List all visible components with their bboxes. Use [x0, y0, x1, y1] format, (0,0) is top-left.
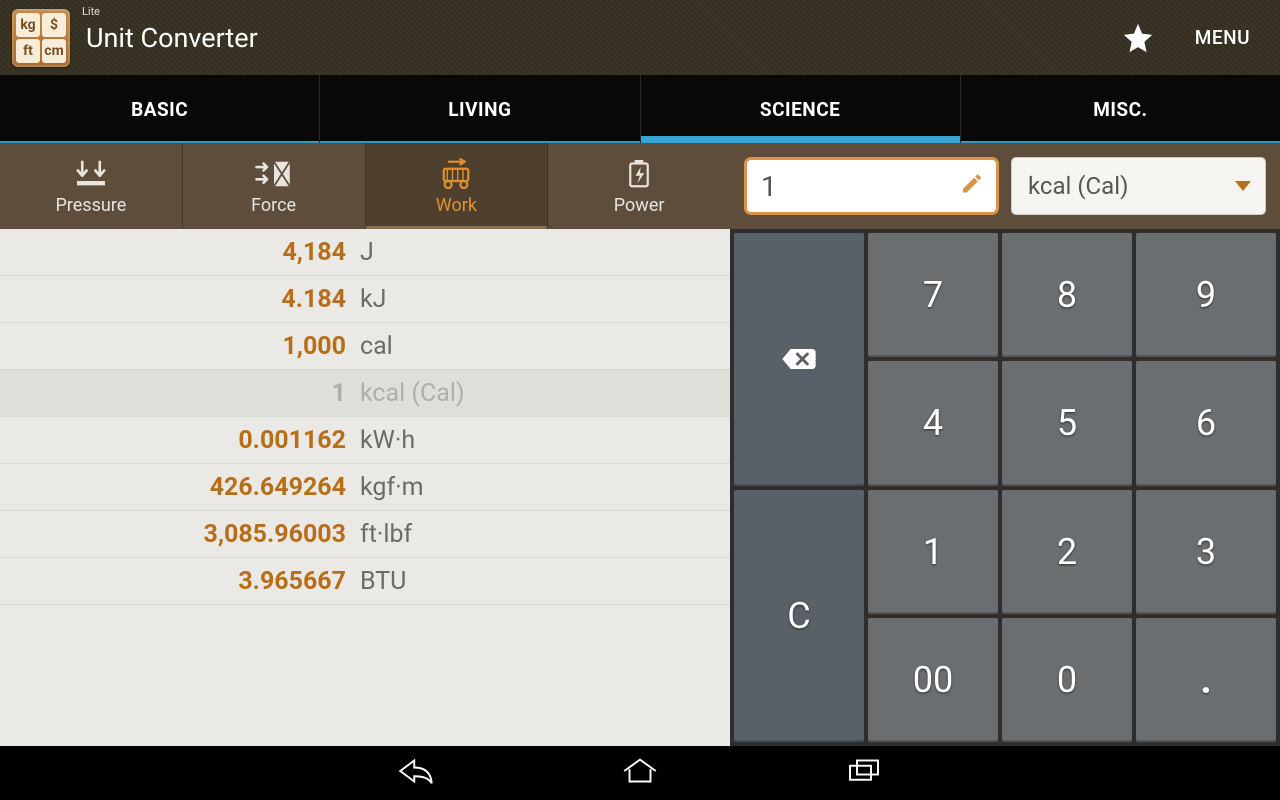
input-bar: 1 kcal (Cal): [730, 143, 1280, 229]
lite-badge: Lite: [82, 5, 100, 18]
result-value: 1,000: [0, 332, 360, 361]
nav-recent-button[interactable]: [837, 750, 891, 796]
result-unit: cal: [360, 332, 393, 361]
category-strip: Pressure Force Work Power: [0, 143, 730, 229]
pencil-icon: [960, 170, 984, 203]
result-unit: J: [360, 238, 374, 267]
key-dot[interactable]: .: [1136, 618, 1276, 742]
result-unit: kcal (Cal): [360, 379, 465, 408]
result-row[interactable]: 4.184kJ: [0, 276, 730, 323]
key-00[interactable]: 00: [868, 618, 998, 742]
result-unit: kJ: [360, 285, 386, 314]
keypad: 7 8 9 4 5 6 1 2 3 C 00 0 .: [730, 229, 1280, 746]
tab-bar: BASIC LIVING SCIENCE MISC.: [0, 75, 1280, 143]
result-unit: ft·lbf: [360, 520, 412, 549]
key-clear[interactable]: C: [734, 490, 864, 743]
category-label: Pressure: [55, 195, 126, 216]
value-input[interactable]: 1: [744, 157, 999, 215]
app-icon-tile: kg: [16, 13, 40, 37]
backspace-icon: [779, 344, 819, 374]
key-5[interactable]: 5: [1002, 361, 1132, 485]
pressure-icon: [70, 157, 112, 191]
key-1[interactable]: 1: [868, 490, 998, 614]
value-input-text: 1: [761, 170, 777, 203]
recent-apps-icon: [843, 756, 885, 786]
app-icon: Lite kg $ ft cm: [12, 9, 70, 67]
result-unit: kW·h: [360, 426, 415, 455]
tab-label: LIVING: [448, 98, 511, 121]
result-row[interactable]: 3.965667BTU: [0, 558, 730, 605]
star-icon: [1121, 21, 1155, 55]
unit-select-value: kcal (Cal): [1028, 172, 1128, 200]
tab-label: MISC.: [1093, 98, 1147, 121]
key-3[interactable]: 3: [1136, 490, 1276, 614]
category-work[interactable]: Work: [366, 143, 549, 229]
result-value: 0.001162: [0, 426, 360, 455]
category-label: Force: [251, 195, 296, 216]
result-row[interactable]: 4,184J: [0, 229, 730, 276]
result-row[interactable]: 426.649264kgf·m: [0, 464, 730, 511]
key-4[interactable]: 4: [868, 361, 998, 485]
back-icon: [395, 756, 437, 786]
work-icon: [435, 157, 477, 191]
key-9[interactable]: 9: [1136, 233, 1276, 357]
app-icon-tile: ft: [16, 39, 40, 63]
key-2[interactable]: 2: [1002, 490, 1132, 614]
category-power[interactable]: Power: [548, 143, 730, 229]
key-0[interactable]: 0: [1002, 618, 1132, 742]
force-icon: [253, 157, 295, 191]
system-nav-bar: [0, 746, 1280, 800]
app-icon-tile: $: [42, 13, 66, 37]
app-header: Lite kg $ ft cm Unit Converter MENU: [0, 0, 1280, 75]
result-value: 3.965667: [0, 567, 360, 596]
power-icon: [618, 157, 660, 191]
result-unit: BTU: [360, 567, 406, 596]
result-row-selected[interactable]: 1kcal (Cal): [0, 370, 730, 417]
menu-button[interactable]: MENU: [1175, 0, 1270, 75]
tab-living[interactable]: LIVING: [320, 75, 640, 143]
tab-basic[interactable]: BASIC: [0, 75, 320, 143]
result-unit: kgf·m: [360, 473, 424, 502]
result-value: 1: [0, 379, 360, 408]
result-row[interactable]: 3,085.96003ft·lbf: [0, 511, 730, 558]
result-value: 426.649264: [0, 473, 360, 502]
category-label: Power: [614, 195, 665, 216]
result-value: 4.184: [0, 285, 360, 314]
result-row[interactable]: 0.001162kW·h: [0, 417, 730, 464]
home-icon: [619, 756, 661, 786]
chevron-down-icon: [1235, 181, 1251, 191]
nav-back-button[interactable]: [389, 750, 443, 796]
result-value: 3,085.96003: [0, 520, 360, 549]
key-8[interactable]: 8: [1002, 233, 1132, 357]
tab-label: SCIENCE: [760, 98, 840, 121]
result-value: 4,184: [0, 238, 360, 267]
category-force[interactable]: Force: [183, 143, 366, 229]
unit-select[interactable]: kcal (Cal): [1011, 157, 1266, 215]
tab-science[interactable]: SCIENCE: [641, 75, 961, 143]
key-backspace[interactable]: [734, 233, 864, 486]
app-icon-tile: cm: [42, 39, 66, 63]
key-6[interactable]: 6: [1136, 361, 1276, 485]
result-row[interactable]: 1,000cal: [0, 323, 730, 370]
app-title: Unit Converter: [86, 22, 258, 54]
tab-label: BASIC: [131, 98, 188, 121]
tab-misc[interactable]: MISC.: [961, 75, 1280, 143]
key-7[interactable]: 7: [868, 233, 998, 357]
nav-home-button[interactable]: [613, 750, 667, 796]
category-pressure[interactable]: Pressure: [0, 143, 183, 229]
category-label: Work: [436, 195, 477, 216]
results-list: 4,184J 4.184kJ 1,000cal 1kcal (Cal) 0.00…: [0, 229, 730, 746]
favorite-button[interactable]: [1101, 0, 1175, 75]
